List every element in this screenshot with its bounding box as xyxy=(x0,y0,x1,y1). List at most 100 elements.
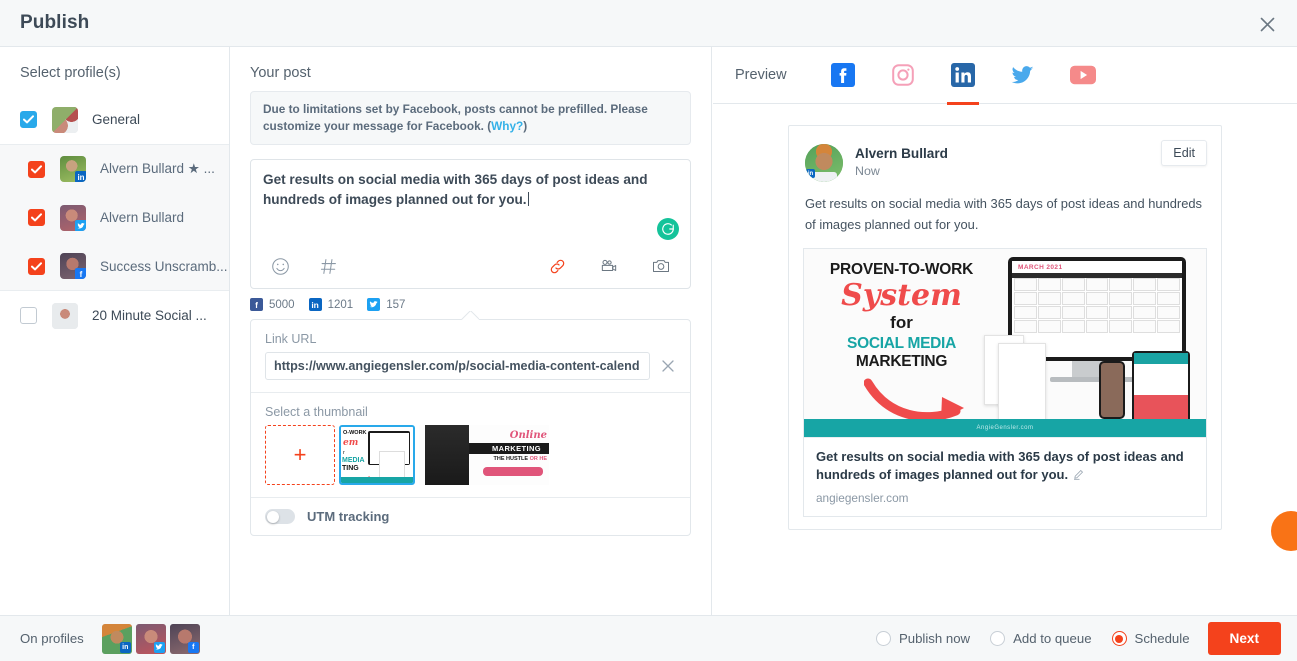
tab-linkedin[interactable] xyxy=(933,47,993,105)
preview-tabs xyxy=(813,47,1113,105)
thumbnail-section: Select a thumbnail + O-WORK em r MEDIA T… xyxy=(251,393,690,499)
publish-dialog: Publish Select profile(s) General in Alv… xyxy=(0,0,1297,661)
dialog-titlebar: Publish xyxy=(0,0,1297,47)
hero-line2: System xyxy=(841,277,962,313)
checkbox-general[interactable] xyxy=(20,111,37,128)
checkbox-20-minute-social[interactable] xyxy=(20,307,37,324)
post-textarea[interactable]: Get results on social media with 365 day… xyxy=(250,159,691,290)
emoji-icon[interactable] xyxy=(267,253,293,279)
printable-sheet-2 xyxy=(998,342,1046,421)
utm-tracking-label: UTM tracking xyxy=(307,509,390,525)
radio-publish-now[interactable]: Publish now xyxy=(875,631,970,646)
sidebar-heading: Select profile(s) xyxy=(20,65,121,81)
sidebar-item-alvern-twitter[interactable]: Alvern Bullard xyxy=(0,193,229,242)
clear-url-icon[interactable] xyxy=(660,358,676,374)
dialog-footer: On profiles in f Publish now Add to queu… xyxy=(0,615,1297,661)
radio-label: Schedule xyxy=(1134,631,1190,646)
radio-dot xyxy=(990,631,1006,646)
preview-header: Preview xyxy=(713,47,1297,105)
utm-tracking-toggle[interactable] xyxy=(265,509,295,525)
thumbnail-option-2[interactable]: Online MARKETING THE HUSTLE OR HE xyxy=(419,425,549,486)
preview-link-title: Get results on social media with 365 day… xyxy=(816,448,1184,483)
edit-button[interactable]: Edit xyxy=(1161,140,1207,166)
preview-link-card[interactable]: PROVEN-TO-WORK System for SOCIAL MEDIA M… xyxy=(803,247,1207,517)
avatar: f xyxy=(60,253,86,279)
linkedin-badge-icon: in xyxy=(75,171,86,182)
calendar-title: MARCH 2021 xyxy=(1018,263,1063,271)
preview-heading: Preview xyxy=(735,67,787,83)
sidebar-item-general[interactable]: General xyxy=(0,95,229,144)
radio-add-to-queue[interactable]: Add to queue xyxy=(990,631,1092,646)
radio-dot xyxy=(1111,631,1127,646)
why-link[interactable]: Why? xyxy=(491,119,523,133)
tab-twitter[interactable] xyxy=(993,47,1053,104)
close-icon[interactable] xyxy=(1251,8,1283,40)
avatar: f xyxy=(169,623,200,654)
tab-instagram[interactable] xyxy=(873,47,933,104)
sidebar-item-20-minute-social[interactable]: 20 Minute Social ... xyxy=(0,291,229,340)
linkedin-badge-icon: in xyxy=(806,169,815,178)
preview-link-title-row: Get results on social media with 365 day… xyxy=(816,448,1194,486)
hero-line5: MARKETING xyxy=(855,352,948,370)
twitter-badge-icon xyxy=(153,641,165,653)
profile-sidebar: Select profile(s) General in Alvern Bull… xyxy=(0,47,230,615)
sidebar-item-label: General xyxy=(92,112,141,127)
link-icon[interactable] xyxy=(544,253,570,279)
checkbox-alvern-linkedin[interactable] xyxy=(28,160,45,178)
sidebar-item-label: Success Unscramb... xyxy=(100,258,228,274)
hero-footer-text: AngieGensler.com xyxy=(976,424,1034,431)
link-url-row: https://www.angiegensler.com/p/social-me… xyxy=(265,352,676,381)
preview-post-body: Get results on social media with 365 day… xyxy=(805,196,1202,232)
photo-icon[interactable] xyxy=(648,253,674,279)
video-icon[interactable] xyxy=(596,253,622,279)
composer-heading: Your post xyxy=(250,65,311,81)
composer-panel: Your post Due to limitations set by Face… xyxy=(230,47,712,615)
linkedin-badge-icon: in xyxy=(119,641,131,653)
thumbnail-option-1[interactable]: O-WORK em r MEDIA TING ⟶ xyxy=(339,425,415,486)
notice-text: Due to limitations set by Facebook, post… xyxy=(263,102,648,134)
counter-value: 1201 xyxy=(327,298,354,311)
preview-author-name: Alvern Bullard xyxy=(855,146,948,162)
link-url-input[interactable]: https://www.angiegensler.com/p/social-me… xyxy=(265,352,650,381)
utm-tracking-row: UTM tracking xyxy=(251,498,690,535)
checkbox-success-unscrambled[interactable] xyxy=(28,257,45,275)
post-text-content: Get results on social media with 365 day… xyxy=(251,160,690,209)
hero-line4: SOCIAL MEDIA xyxy=(847,334,956,352)
plus-icon: + xyxy=(293,442,307,468)
radio-schedule[interactable]: Schedule xyxy=(1111,631,1190,646)
selected-profile-avatars: in f xyxy=(101,623,204,654)
hero-line1: PROVEN-TO-WORK xyxy=(829,260,974,278)
thumbnail-label: Select a thumbnail xyxy=(265,405,368,420)
hashtag-icon[interactable] xyxy=(315,253,341,279)
pencil-icon[interactable] xyxy=(1073,467,1084,485)
sidebar-item-label: 20 Minute Social ... xyxy=(92,308,207,323)
add-thumbnail-button[interactable]: + xyxy=(265,425,335,486)
link-url-section: Link URL https://www.angiegensler.com/p/… xyxy=(251,320,690,394)
tab-facebook[interactable] xyxy=(813,47,873,104)
thumbnail-list: + O-WORK em r MEDIA TING ⟶ xyxy=(265,425,676,486)
sidebar-item-alvern-linkedin[interactable]: in Alvern Bullard ★ ... xyxy=(0,144,229,193)
counter-value: 5000 xyxy=(269,298,295,311)
grammarly-icon[interactable] xyxy=(657,218,679,241)
link-url-label: Link URL xyxy=(265,332,317,347)
preview-link-domain: angiegensler.com xyxy=(816,490,909,505)
counter-twitter: 157 xyxy=(367,298,405,312)
composer-toolbar xyxy=(251,244,690,288)
hero-footer-bar: AngieGensler.com xyxy=(804,418,1206,437)
tab-youtube[interactable] xyxy=(1053,47,1113,104)
help-chat-bubble[interactable] xyxy=(1271,511,1297,551)
next-button[interactable]: Next xyxy=(1207,622,1281,655)
panel-arrow xyxy=(461,311,479,320)
on-profiles-label: On profiles xyxy=(20,631,84,646)
hero-text-block: PROVEN-TO-WORK System for SOCIAL MEDIA M… xyxy=(814,261,989,371)
facebook-badge-icon: f xyxy=(187,641,199,653)
preview-post-card: in Alvern Bullard Now Edit Get results o… xyxy=(788,125,1222,530)
counter-linkedin: in 1201 xyxy=(308,298,354,312)
checkbox-alvern-twitter[interactable] xyxy=(28,209,45,226)
sidebar-item-label: Alvern Bullard xyxy=(100,210,185,225)
preview-hero-image: PROVEN-TO-WORK System for SOCIAL MEDIA M… xyxy=(804,248,1206,437)
twitter-badge-icon xyxy=(75,219,86,231)
notice-tail: ) xyxy=(523,119,528,134)
hero-device-mockup: MARCH 2021 xyxy=(984,256,1200,425)
sidebar-item-success-unscrambled[interactable]: f Success Unscramb... xyxy=(0,242,229,291)
